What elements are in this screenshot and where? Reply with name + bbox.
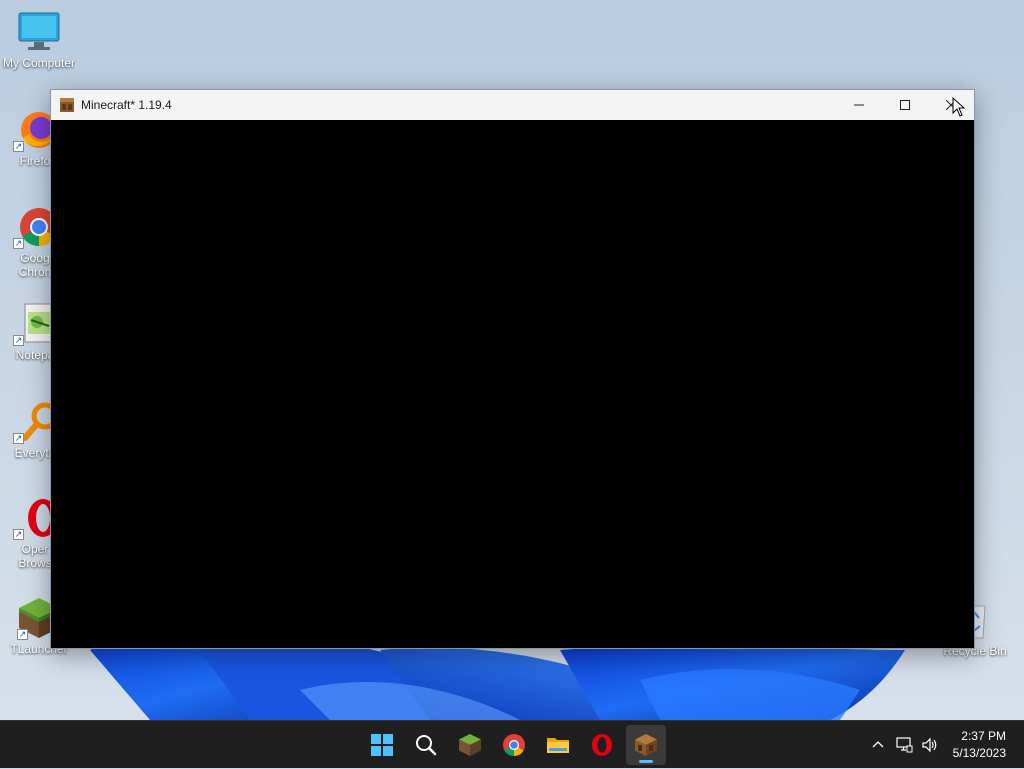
window-title: Minecraft* 1.19.4 (81, 98, 172, 112)
taskbar-chrome[interactable] (494, 725, 534, 765)
show-hidden-icons-button[interactable] (865, 730, 891, 760)
clock-date: 5/13/2023 (952, 746, 1006, 760)
chevron-up-icon (872, 741, 884, 748)
folder-icon (547, 738, 569, 753)
desktop-icon-label: My Computer (2, 56, 76, 70)
shortcut-arrow-icon: ↗ (17, 629, 28, 640)
shortcut-arrow-icon: ↗ (13, 238, 24, 249)
system-tray: 2:37 PM 5/13/2023 (865, 721, 1024, 769)
taskbar-file-explorer[interactable] (538, 725, 578, 765)
desktop-icon-my-computer[interactable]: My Computer (1, 10, 77, 70)
game-viewport[interactable] (51, 120, 974, 648)
maximize-button[interactable] (882, 90, 928, 120)
shortcut-arrow-icon: ↗ (13, 141, 24, 152)
volume-button[interactable] (917, 730, 943, 760)
maximize-icon (900, 100, 910, 110)
minecraft-grass-icon (459, 734, 481, 756)
minimize-button[interactable] (836, 90, 882, 120)
minimize-icon (854, 104, 864, 106)
speaker-icon (922, 737, 936, 753)
taskbar-opera[interactable] (582, 725, 622, 765)
crafting-table-icon (59, 97, 75, 113)
network-icon (896, 737, 913, 753)
taskbar: 2:37 PM 5/13/2023 (0, 720, 1024, 768)
shortcut-arrow-icon: ↗ (13, 335, 24, 346)
clock-time: 2:37 PM (961, 729, 1006, 743)
search-button[interactable] (406, 725, 446, 765)
window-titlebar[interactable]: Minecraft* 1.19.4 (51, 90, 974, 120)
close-button[interactable] (928, 90, 974, 120)
opera-icon (592, 734, 612, 756)
network-button[interactable] (891, 730, 917, 760)
start-button[interactable] (362, 725, 402, 765)
crafting-table-icon (635, 734, 657, 756)
taskbar-minecraft[interactable] (626, 725, 666, 765)
minecraft-window[interactable]: Minecraft* 1.19.4 (50, 89, 975, 649)
search-icon (416, 735, 437, 756)
shortcut-arrow-icon: ↗ (13, 529, 24, 540)
windows-logo-icon (371, 734, 393, 756)
shortcut-arrow-icon: ↗ (13, 433, 24, 444)
monitor-icon (17, 10, 61, 54)
taskbar-apps (360, 721, 668, 769)
chrome-icon (503, 734, 525, 756)
taskbar-clock[interactable]: 2:37 PM 5/13/2023 (943, 728, 1024, 762)
mouse-cursor-icon (952, 97, 966, 117)
taskbar-tlauncher[interactable] (450, 725, 490, 765)
